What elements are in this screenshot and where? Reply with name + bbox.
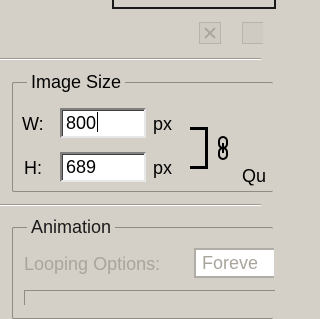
width-label: W: (22, 114, 44, 134)
close-x-icon[interactable] (199, 22, 221, 44)
height-input[interactable]: 689 (60, 152, 146, 182)
quality-label-truncated: Qu (242, 166, 267, 186)
image-size-legend: Image Size (27, 71, 126, 93)
top-right-button[interactable] (242, 22, 263, 44)
height-label: H: (24, 158, 42, 178)
text-caret (97, 112, 99, 132)
width-input[interactable]: 800 (60, 108, 146, 138)
separator (0, 204, 261, 206)
looping-options-value: Foreve (202, 253, 259, 273)
width-unit: px (153, 114, 173, 134)
looping-options-select[interactable]: Foreve (194, 248, 274, 278)
top-frame (112, 0, 276, 9)
chain-link-icon[interactable] (217, 136, 229, 160)
height-unit: px (153, 158, 173, 178)
height-value: 689 (66, 157, 97, 177)
link-bracket (190, 127, 208, 169)
looping-options-label: Looping Options: (24, 254, 161, 274)
width-value: 800 (66, 113, 97, 133)
bottom-control (24, 290, 275, 305)
separator (0, 58, 261, 60)
animation-legend: Animation (27, 216, 116, 238)
